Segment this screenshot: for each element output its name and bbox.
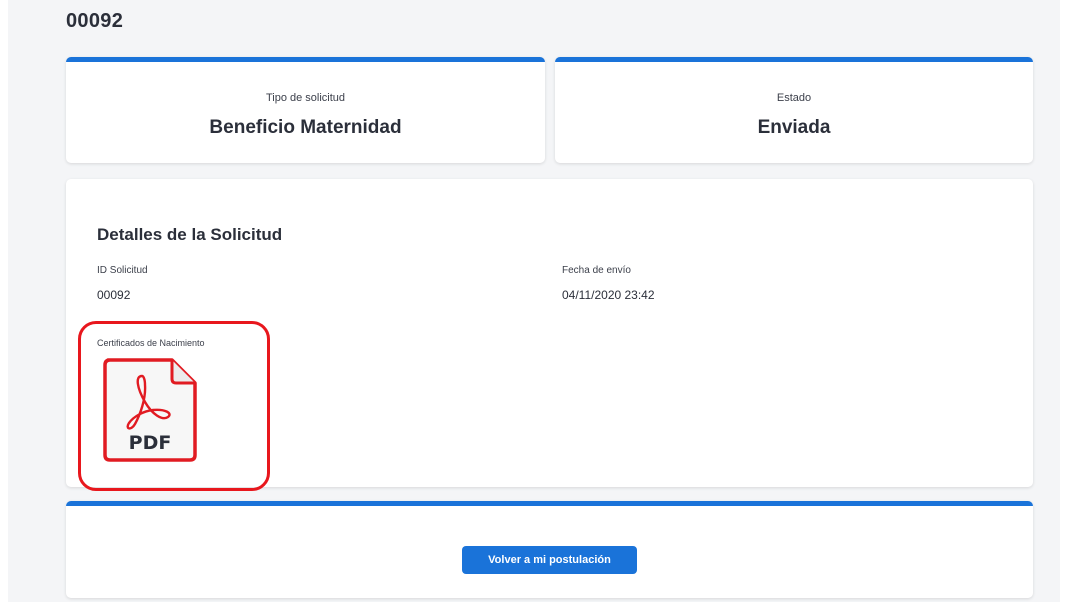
actions-card: Volver a mi postulación bbox=[66, 501, 1033, 598]
request-state-label: Estado bbox=[776, 92, 812, 104]
request-details-card: Detalles de la Solicitud ID Solicitud 00… bbox=[66, 179, 1033, 491]
request-type-value: Beneficio Maternidad bbox=[209, 117, 402, 138]
request-state-card: Estado Enviada bbox=[555, 57, 1033, 163]
pdf-badge-text: PDF bbox=[129, 432, 172, 454]
pdf-file-icon: PDF bbox=[103, 358, 197, 462]
request-id-label: ID Solicitud bbox=[97, 265, 148, 276]
request-type-card: Tipo de solicitud Beneficio Maternidad bbox=[66, 57, 545, 163]
birth-certificate-pdf-file[interactable]: PDF bbox=[102, 357, 198, 463]
back-to-application-button[interactable]: Volver a mi postulación bbox=[462, 546, 637, 574]
certificates-label: Certificados de Nacimiento bbox=[97, 338, 205, 348]
request-type-label: Tipo de solicitud bbox=[265, 92, 346, 104]
page-title: 00092 bbox=[66, 10, 124, 32]
request-id-value: 00092 bbox=[97, 288, 131, 302]
request-state-value: Enviada bbox=[757, 117, 831, 138]
submission-date-value: 04/11/2020 23:42 bbox=[562, 288, 655, 302]
details-heading: Detalles de la Solicitud bbox=[97, 225, 283, 244]
submission-date-label: Fecha de envío bbox=[562, 265, 631, 276]
